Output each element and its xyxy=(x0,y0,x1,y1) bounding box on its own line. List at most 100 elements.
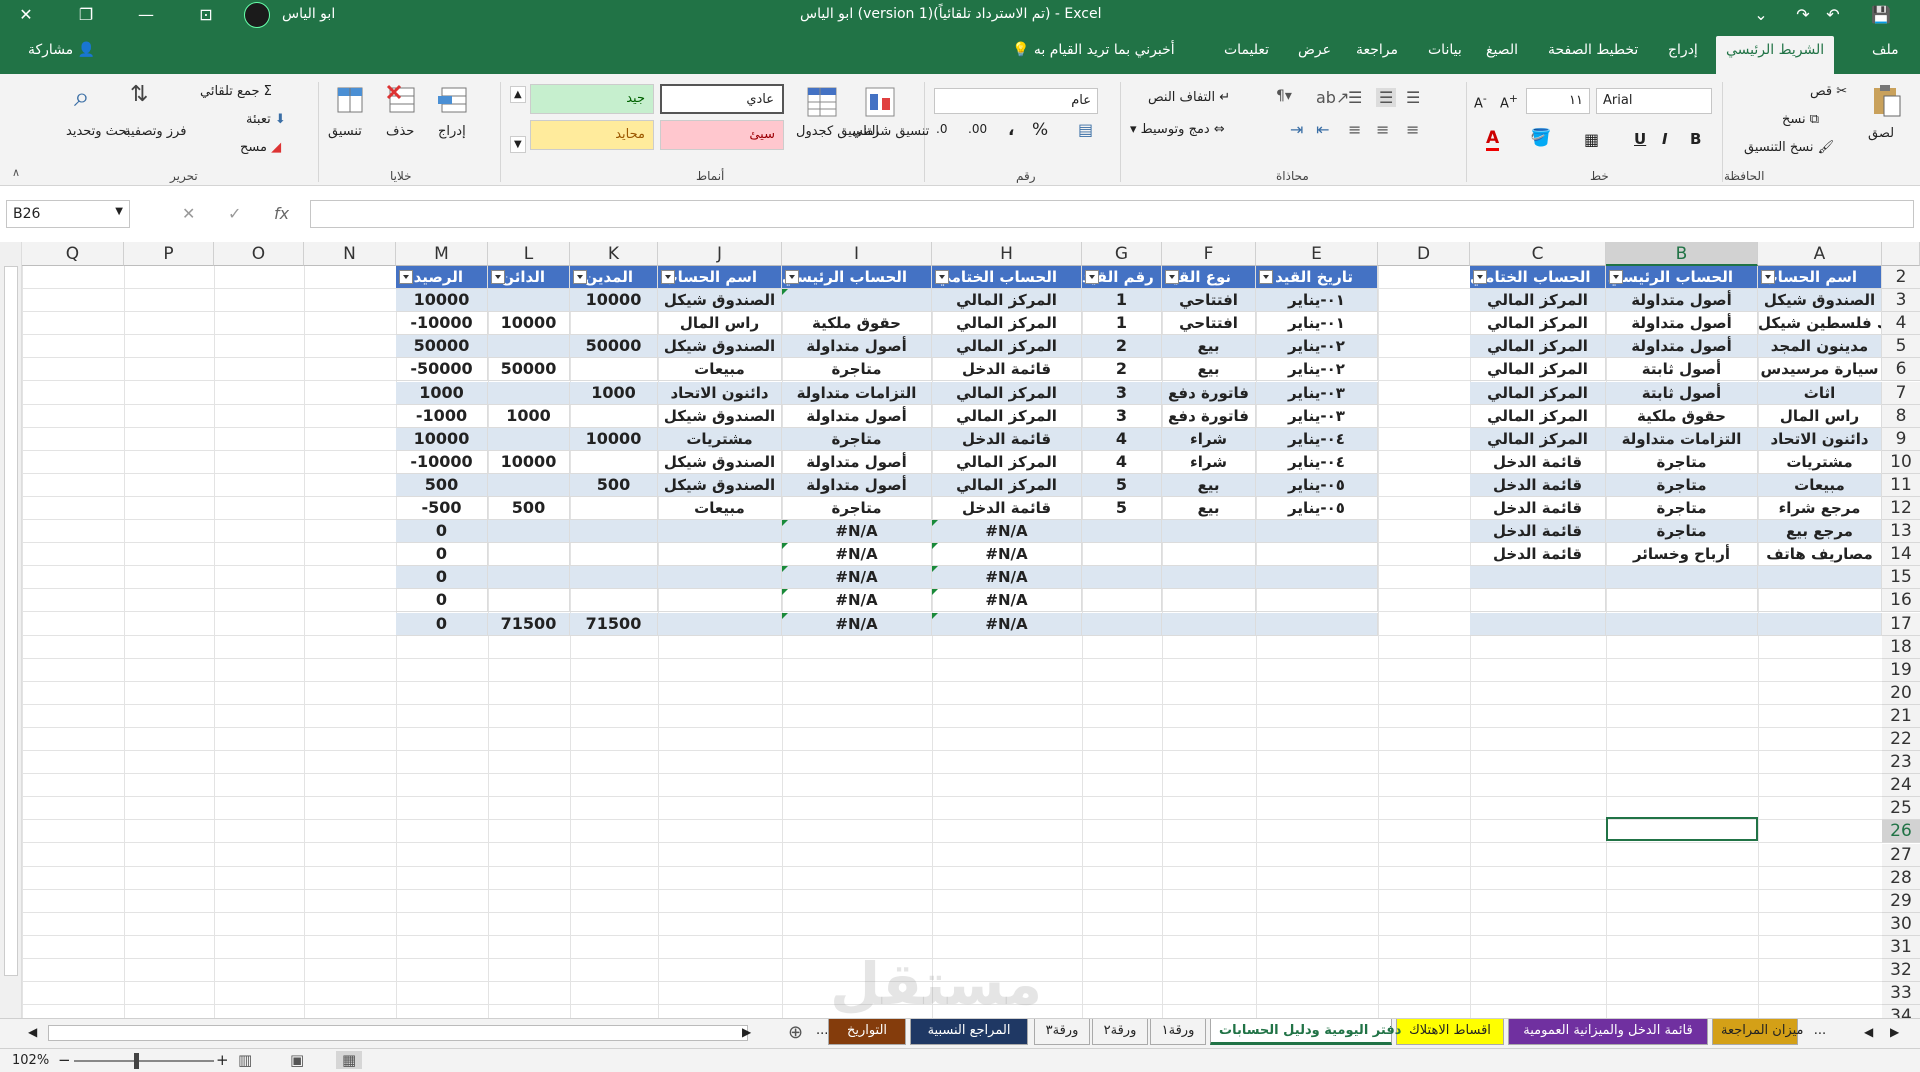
row-header-22[interactable]: 22 xyxy=(1882,728,1920,751)
table-header-cell[interactable]: نوع القيد xyxy=(1162,266,1256,289)
table-cell[interactable] xyxy=(488,381,570,405)
table-cell[interactable]: 10000 xyxy=(488,312,570,336)
confirm-entry-icon[interactable]: ✓ xyxy=(228,204,241,223)
table-cell[interactable] xyxy=(1256,589,1378,613)
table-cell[interactable]: #N/A xyxy=(782,543,932,567)
find-select-label[interactable]: بحث وتحديد xyxy=(66,124,130,140)
table-cell[interactable] xyxy=(488,566,570,590)
table-cell[interactable]: المركز المالي xyxy=(1470,312,1606,336)
table-cell[interactable]: المركز المالي xyxy=(932,335,1082,359)
column-header-P[interactable]: P xyxy=(124,242,214,266)
ribbon-display-options-icon[interactable]: ⊡ xyxy=(186,2,226,28)
table-cell[interactable]: مشتريات xyxy=(1758,450,1882,474)
avatar[interactable] xyxy=(244,2,270,28)
row-header-9[interactable]: 9 xyxy=(1882,427,1920,451)
table-cell[interactable]: متاجرة xyxy=(782,497,932,520)
clear-button[interactable]: مسح ◢ xyxy=(240,140,281,155)
table-cell[interactable]: المركز المالي xyxy=(932,404,1082,428)
borders-icon[interactable]: ▦ xyxy=(1584,130,1599,149)
table-cell[interactable] xyxy=(1082,589,1162,613)
table-cell[interactable]: شراء xyxy=(1162,427,1256,451)
table-cell[interactable]: متاجرة xyxy=(1606,520,1758,544)
collapse-ribbon-icon[interactable]: ∧ xyxy=(12,166,20,179)
tab-formulas[interactable]: الصيغ xyxy=(1486,42,1518,58)
table-cell[interactable] xyxy=(1470,566,1606,590)
insert-cells-icon[interactable] xyxy=(436,82,472,118)
table-cell[interactable]: -10000 xyxy=(396,312,488,336)
text-direction-icon[interactable]: ¶▾ xyxy=(1276,88,1292,104)
table-cell[interactable]: ٠١-يناير xyxy=(1256,312,1378,336)
table-cell[interactable]: -1000 xyxy=(396,404,488,428)
sheet-tab[interactable]: المراجع النسبية xyxy=(910,1019,1028,1045)
table-cell[interactable]: متاجرة xyxy=(1606,450,1758,474)
table-cell[interactable]: 0 xyxy=(396,566,488,590)
row-header-14[interactable]: 14 xyxy=(1882,543,1920,567)
row-header-18[interactable]: 18 xyxy=(1882,635,1920,659)
table-cell[interactable] xyxy=(1470,589,1606,613)
table-cell[interactable]: المركز المالي xyxy=(932,381,1082,405)
undo-icon[interactable]: ↶ xyxy=(1818,2,1848,28)
table-cell[interactable] xyxy=(1162,520,1256,544)
tell-me-search[interactable]: 💡 أخبرني بما تريد القيام به xyxy=(1012,42,1175,58)
column-header-N[interactable]: N xyxy=(304,242,396,266)
user-name[interactable]: ابو الياس xyxy=(282,6,335,22)
formula-input[interactable] xyxy=(310,200,1914,228)
format-as-table-icon[interactable] xyxy=(804,84,840,120)
filter-dropdown-icon[interactable] xyxy=(1165,270,1179,284)
table-cell[interactable]: 2 xyxy=(1082,358,1162,382)
table-cell[interactable]: 5 xyxy=(1082,473,1162,497)
table-cell[interactable]: الصندوق شيكل xyxy=(658,450,782,474)
table-cell[interactable] xyxy=(1606,566,1758,590)
filter-dropdown-icon[interactable] xyxy=(785,270,799,284)
row-header-5[interactable]: 5 xyxy=(1882,335,1920,359)
horizontal-scrollbar[interactable] xyxy=(48,1025,748,1041)
table-cell[interactable]: -10000 xyxy=(396,450,488,474)
table-cell[interactable]: بيع xyxy=(1162,335,1256,359)
table-cell[interactable] xyxy=(1256,566,1378,590)
table-cell[interactable]: 0 xyxy=(396,612,488,636)
table-cell[interactable]: المركز المالي xyxy=(1470,289,1606,313)
fill-button[interactable]: تعبئة ⬇ xyxy=(246,112,286,127)
table-cell[interactable]: #N/A xyxy=(782,566,932,590)
tab-home[interactable]: الشريط الرئيسي xyxy=(1716,36,1835,74)
row-header-33[interactable]: 33 xyxy=(1882,982,1920,1006)
sheet-tab[interactable]: ورقة٣ xyxy=(1034,1019,1090,1045)
table-cell[interactable] xyxy=(1256,543,1378,567)
fill-color-icon[interactable]: 🪣 xyxy=(1530,128,1551,148)
row-header-8[interactable]: 8 xyxy=(1882,404,1920,428)
table-cell[interactable]: #N/A xyxy=(932,566,1082,590)
table-cell[interactable]: 3 xyxy=(1082,404,1162,428)
find-select-icon[interactable]: ⌕ xyxy=(74,80,90,114)
table-cell[interactable]: ٠٤-يناير xyxy=(1256,427,1378,451)
zoom-slider[interactable] xyxy=(74,1060,214,1062)
tabs-scroll-right-icon[interactable]: ▶ xyxy=(1890,1025,1899,1039)
autosum-button[interactable]: جمع تلقائي Σ xyxy=(200,84,272,99)
table-cell[interactable] xyxy=(488,427,570,451)
insert-cells-label[interactable]: إدراج xyxy=(438,124,466,139)
table-header-cell[interactable]: اسم الحساب xyxy=(1758,266,1882,289)
row-header-6[interactable]: 6 xyxy=(1882,358,1920,382)
table-cell[interactable]: دائنون الاتحاد xyxy=(658,381,782,405)
table-header-cell[interactable]: الرصيد xyxy=(396,266,488,289)
row-header-12[interactable]: 12 xyxy=(1882,497,1920,520)
sheet-tab[interactable]: ورقة٢ xyxy=(1092,1019,1148,1045)
column-header-C[interactable]: C xyxy=(1470,242,1606,266)
table-cell[interactable]: افتتاحي xyxy=(1162,312,1256,336)
table-cell[interactable]: متاجرة xyxy=(1606,473,1758,497)
table-cell[interactable] xyxy=(1162,612,1256,636)
table-cell[interactable] xyxy=(1758,566,1882,590)
tab-help[interactable]: تعليمات xyxy=(1224,42,1269,58)
table-cell[interactable]: افتتاحي xyxy=(1162,289,1256,313)
sheet-tab[interactable]: ... xyxy=(1800,1019,1840,1045)
row-header-19[interactable]: 19 xyxy=(1882,658,1920,682)
font-size-combo[interactable]: ١١ xyxy=(1526,88,1590,114)
table-cell[interactable]: التزامات متداولة xyxy=(1606,427,1758,451)
table-cell[interactable]: متاجرة xyxy=(782,358,932,382)
table-header-cell[interactable]: رقم القيد xyxy=(1082,266,1162,289)
row-header-2[interactable]: 2 xyxy=(1882,266,1920,289)
column-header-L[interactable]: L xyxy=(488,242,570,266)
filter-dropdown-icon[interactable] xyxy=(573,270,587,284)
table-cell[interactable]: مبيعات xyxy=(1758,473,1882,497)
style-good[interactable]: جيد xyxy=(530,84,654,114)
table-cell[interactable]: 10000 xyxy=(570,427,658,451)
